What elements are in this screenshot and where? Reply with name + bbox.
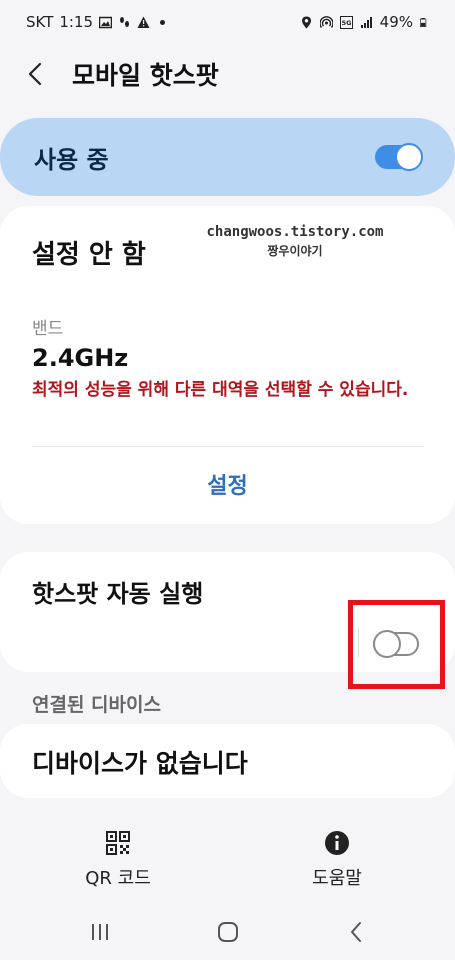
configure-button[interactable]: 설정 [0, 468, 455, 500]
home-button[interactable] [208, 912, 248, 952]
info-icon [325, 831, 349, 855]
help-button[interactable]: 도움말 [277, 830, 397, 890]
app-header: 모바일 핫스팟 [0, 44, 455, 104]
battery-percent: 49% [379, 13, 413, 31]
warning-icon [137, 16, 150, 28]
band-warning-text: 최적의 성능을 위해 다른 대역을 선택할 수 있습니다. [32, 380, 409, 400]
watermark-blog-name: 짱우이야기 [267, 244, 323, 258]
battery-icon [420, 17, 427, 27]
connected-devices-card: 디바이스가 없습니다 [0, 724, 455, 798]
hotspot-icon [319, 15, 333, 28]
notification-dot-icon [160, 19, 166, 25]
password-value[interactable]: 설정 안 함 [32, 234, 146, 271]
location-icon [301, 16, 311, 28]
clock: 1:15 [59, 13, 94, 31]
home-icon [218, 922, 238, 942]
band-value[interactable]: 2.4GHz [32, 344, 128, 372]
back-button[interactable] [28, 54, 52, 94]
hotspot-master-toggle-row[interactable]: 사용 중 [0, 118, 455, 196]
qr-code-icon [106, 831, 130, 855]
master-toggle-label: 사용 중 [34, 145, 109, 174]
bottom-action-bar: QR 코드 도움말 [0, 830, 455, 900]
nav-back-icon [351, 922, 361, 942]
band-label: 밴드 [32, 319, 64, 339]
highlight-annotation-box [348, 600, 445, 689]
recent-apps-button[interactable] [80, 912, 120, 952]
svg-text:5G: 5G [341, 19, 351, 27]
connected-devices-header: 연결된 디바이스 [32, 694, 161, 716]
nav-back-button[interactable] [336, 912, 376, 952]
watermark-url: changwoos.tistory.com [206, 224, 384, 240]
recent-apps-icon [92, 924, 108, 940]
switch-knob [395, 143, 423, 171]
qr-code-button[interactable]: QR 코드 [58, 830, 178, 890]
qr-code-label: QR 코드 [85, 868, 151, 889]
master-toggle-switch[interactable] [375, 143, 423, 171]
gallery-icon [99, 16, 113, 28]
system-nav-bar [0, 904, 455, 960]
chevron-left-icon [28, 62, 42, 86]
footsteps-icon [120, 16, 130, 27]
page-title: 모바일 핫스팟 [72, 61, 219, 90]
help-label: 도움말 [312, 868, 362, 889]
auto-hotspot-label: 핫스팟 자동 실행 [32, 580, 204, 608]
carrier-label: SKT [26, 13, 54, 31]
no-devices-text: 디바이스가 없습니다 [32, 749, 248, 778]
signal-icon [360, 16, 372, 28]
5g-icon: 5G [339, 15, 353, 29]
divider [32, 446, 424, 447]
watermark: changwoos.tistory.com 짱우이야기 [195, 224, 395, 259]
status-bar: SKT 1:15 5G 49% [0, 0, 455, 44]
